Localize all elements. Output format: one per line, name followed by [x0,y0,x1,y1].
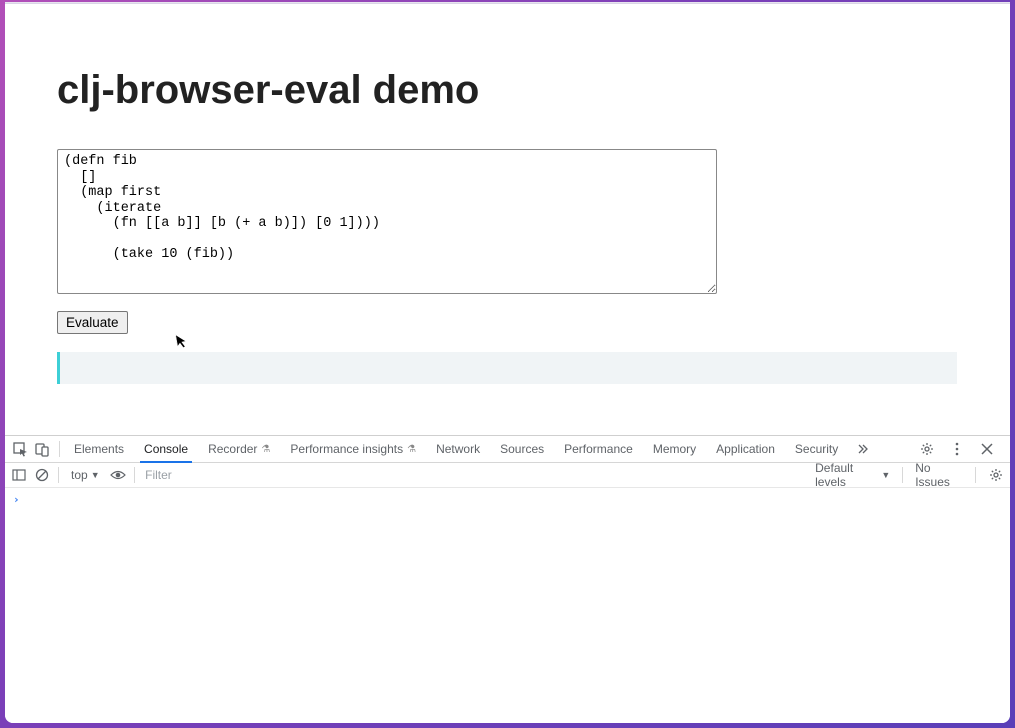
tab-network[interactable]: Network [426,436,490,462]
context-label: top [71,468,88,482]
browser-window: clj-browser-eval demo Evaluate Elements … [5,2,1010,723]
gear-icon[interactable] [918,440,936,458]
tab-performance[interactable]: Performance [554,436,643,462]
issues-button[interactable]: No Issues [915,461,963,489]
devtools-panel: Elements Console Recorder ⚗ Performance … [5,435,1010,723]
tab-perf-insights-label: Performance insights [290,442,403,456]
clear-console-icon[interactable] [34,466,51,484]
log-levels-select[interactable]: Default levels ▼ [815,461,890,489]
issues-label: No Issues [915,461,963,489]
tab-security[interactable]: Security [785,436,848,462]
tab-recorder-label: Recorder [208,442,257,456]
tab-performance-insights[interactable]: Performance insights ⚗ [280,436,426,462]
evaluate-button[interactable]: Evaluate [57,311,128,334]
tab-recorder[interactable]: Recorder ⚗ [198,436,280,462]
more-tabs-icon[interactable] [852,440,870,458]
caret-down-icon: ▼ [91,470,100,480]
inspect-element-icon[interactable] [11,440,29,458]
console-settings-gear-icon[interactable] [988,466,1004,484]
tab-application[interactable]: Application [706,436,785,462]
device-toggle-icon[interactable] [33,440,51,458]
kebab-menu-icon[interactable] [948,440,966,458]
page-title: clj-browser-eval demo [57,68,958,113]
separator [902,467,903,483]
tab-elements[interactable]: Elements [64,436,134,462]
console-sidebar-toggle-icon[interactable] [11,466,28,484]
execution-context-select[interactable]: top ▼ [67,468,104,482]
output-area [57,352,957,384]
code-input[interactable] [57,149,717,294]
filter-input[interactable] [143,467,803,483]
caret-down-icon: ▼ [881,470,890,480]
separator [975,467,976,483]
flask-icon: ⚗ [407,444,416,455]
console-output[interactable]: › [5,488,1010,723]
separator [134,467,135,483]
page-content: clj-browser-eval demo Evaluate [5,4,1010,400]
live-expression-icon[interactable] [110,466,127,484]
tab-memory[interactable]: Memory [643,436,706,462]
devtools-right-icons [918,440,1000,458]
separator [58,467,59,483]
separator [59,441,60,457]
tab-console[interactable]: Console [134,436,198,462]
flask-icon: ⚗ [261,444,270,455]
levels-label: Default levels [815,461,878,489]
console-toolbar: top ▼ Default levels ▼ No Issues [5,463,1010,488]
console-prompt-icon: › [13,493,20,506]
tab-sources[interactable]: Sources [490,436,554,462]
close-icon[interactable] [978,440,996,458]
devtools-tabs: Elements Console Recorder ⚗ Performance … [5,436,1010,463]
